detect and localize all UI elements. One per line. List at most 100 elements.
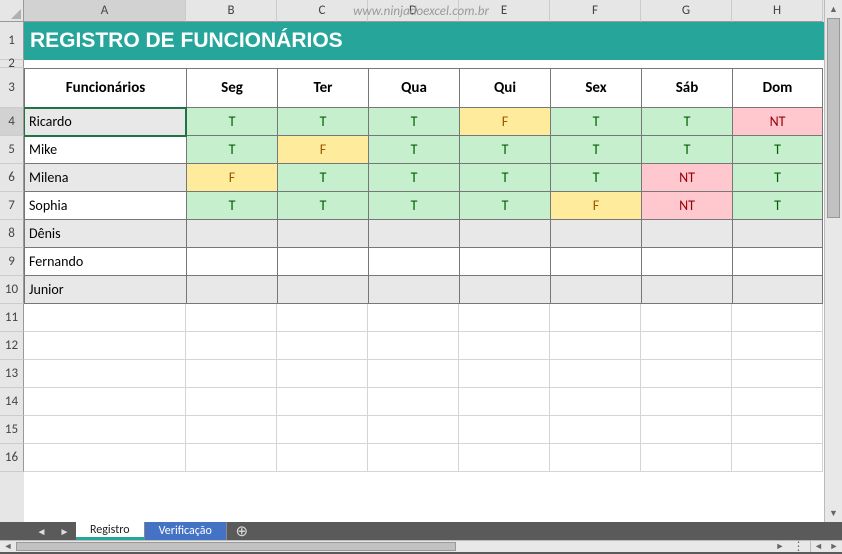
data-cell[interactable]: T [641, 108, 732, 136]
new-sheet-button[interactable]: ⊕ [227, 522, 257, 540]
empty-cell[interactable] [459, 304, 550, 332]
horizontal-scroll-track[interactable] [16, 541, 772, 552]
empty-cell[interactable] [277, 444, 368, 472]
row-header-2[interactable]: 2 [0, 60, 24, 68]
data-cell[interactable]: F [277, 136, 368, 164]
data-cell[interactable]: F [550, 192, 641, 220]
data-cell[interactable]: T [368, 108, 459, 136]
employee-name-cell[interactable]: Junior [24, 276, 186, 304]
data-cell[interactable] [368, 248, 459, 276]
table-header-3[interactable]: Qua [368, 68, 459, 108]
horizontal-scrollbar[interactable]: ◄ ► ⋮ ◄ ► [0, 540, 842, 552]
data-cell[interactable]: T [368, 136, 459, 164]
tab-nav-arrows[interactable]: ◄ ► [30, 522, 76, 540]
scroll-left-arrow-icon[interactable]: ◄ [0, 541, 16, 552]
empty-cell[interactable] [459, 360, 550, 388]
empty-cell[interactable] [641, 388, 732, 416]
empty-cell[interactable] [277, 304, 368, 332]
data-cell[interactable]: T [550, 108, 641, 136]
row-header-14[interactable]: 14 [0, 388, 24, 416]
table-header-7[interactable]: Dom [732, 68, 823, 108]
scroll-right-arrow-icon[interactable]: ► [772, 541, 788, 552]
empty-cell[interactable] [459, 416, 550, 444]
row-header-15[interactable]: 15 [0, 416, 24, 444]
table-header-0[interactable]: Funcionários [24, 68, 186, 108]
table-header-5[interactable]: Sex [550, 68, 641, 108]
data-cell[interactable] [641, 276, 732, 304]
tab-prev-icon[interactable]: ◄ [37, 525, 47, 538]
data-cell[interactable] [459, 220, 550, 248]
empty-cell[interactable] [732, 416, 823, 444]
empty-cell[interactable] [277, 332, 368, 360]
data-cell[interactable]: T [186, 108, 277, 136]
row-header-6[interactable]: 6 [0, 164, 24, 192]
empty-cell[interactable] [24, 304, 186, 332]
column-header-G[interactable]: G [641, 0, 732, 22]
empty-cell[interactable] [732, 332, 823, 360]
data-cell[interactable] [459, 276, 550, 304]
employee-name-cell[interactable]: Sophia [24, 192, 186, 220]
row-header-10[interactable]: 10 [0, 276, 24, 304]
empty-cell[interactable] [641, 360, 732, 388]
data-cell[interactable]: T [277, 164, 368, 192]
data-cell[interactable] [277, 276, 368, 304]
data-cell[interactable]: T [186, 192, 277, 220]
data-cell[interactable] [186, 220, 277, 248]
empty-cell[interactable] [186, 388, 277, 416]
empty-cell[interactable] [368, 444, 459, 472]
empty-cell[interactable] [368, 360, 459, 388]
data-cell[interactable]: NT [641, 164, 732, 192]
data-cell[interactable] [732, 248, 823, 276]
table-header-4[interactable]: Qui [459, 68, 550, 108]
tab-next-icon[interactable]: ► [60, 525, 70, 538]
empty-cell[interactable] [368, 388, 459, 416]
empty-cell[interactable] [732, 360, 823, 388]
table-header-2[interactable]: Ter [277, 68, 368, 108]
data-cell[interactable] [368, 220, 459, 248]
data-cell[interactable]: T [277, 192, 368, 220]
vertical-scroll-thumb[interactable] [827, 18, 840, 218]
empty-cell[interactable] [277, 360, 368, 388]
data-cell[interactable] [641, 248, 732, 276]
employee-name-cell[interactable]: Milena [24, 164, 186, 192]
empty-cell[interactable] [550, 444, 641, 472]
row-header-4[interactable]: 4 [0, 108, 24, 136]
empty-cell[interactable] [368, 332, 459, 360]
empty-cell[interactable] [186, 304, 277, 332]
empty-cell[interactable] [24, 444, 186, 472]
empty-cell[interactable] [186, 416, 277, 444]
empty-cell[interactable] [550, 304, 641, 332]
data-cell[interactable] [550, 248, 641, 276]
data-cell[interactable]: T [459, 164, 550, 192]
empty-cell[interactable] [277, 416, 368, 444]
empty-cell[interactable] [641, 416, 732, 444]
row-header-8[interactable]: 8 [0, 220, 24, 248]
data-cell[interactable] [277, 220, 368, 248]
empty-cell[interactable] [186, 444, 277, 472]
data-cell[interactable]: T [459, 192, 550, 220]
data-cell[interactable]: F [459, 108, 550, 136]
row-header-13[interactable]: 13 [0, 360, 24, 388]
row-header-3[interactable]: 3 [0, 68, 24, 108]
data-cell[interactable] [550, 220, 641, 248]
data-cell[interactable] [732, 220, 823, 248]
data-cell[interactable]: T [550, 136, 641, 164]
employee-name-cell[interactable]: Dênis [24, 220, 186, 248]
scroll-up-arrow-icon[interactable]: ▲ [825, 0, 842, 18]
empty-cell[interactable] [550, 416, 641, 444]
data-cell[interactable]: T [459, 136, 550, 164]
data-cell[interactable]: T [368, 192, 459, 220]
empty-cell[interactable] [550, 388, 641, 416]
empty-cell[interactable] [277, 388, 368, 416]
data-cell[interactable] [368, 276, 459, 304]
data-cell[interactable] [641, 220, 732, 248]
scroll-end-arrow-icon[interactable]: ◄ [810, 541, 826, 552]
select-all-corner[interactable] [0, 0, 24, 22]
row-header-11[interactable]: 11 [0, 304, 24, 332]
empty-cell[interactable] [459, 332, 550, 360]
empty-cell[interactable] [550, 360, 641, 388]
column-header-A[interactable]: A [24, 0, 186, 22]
data-cell[interactable] [186, 248, 277, 276]
data-cell[interactable]: T [277, 108, 368, 136]
row-header-16[interactable]: 16 [0, 444, 24, 472]
